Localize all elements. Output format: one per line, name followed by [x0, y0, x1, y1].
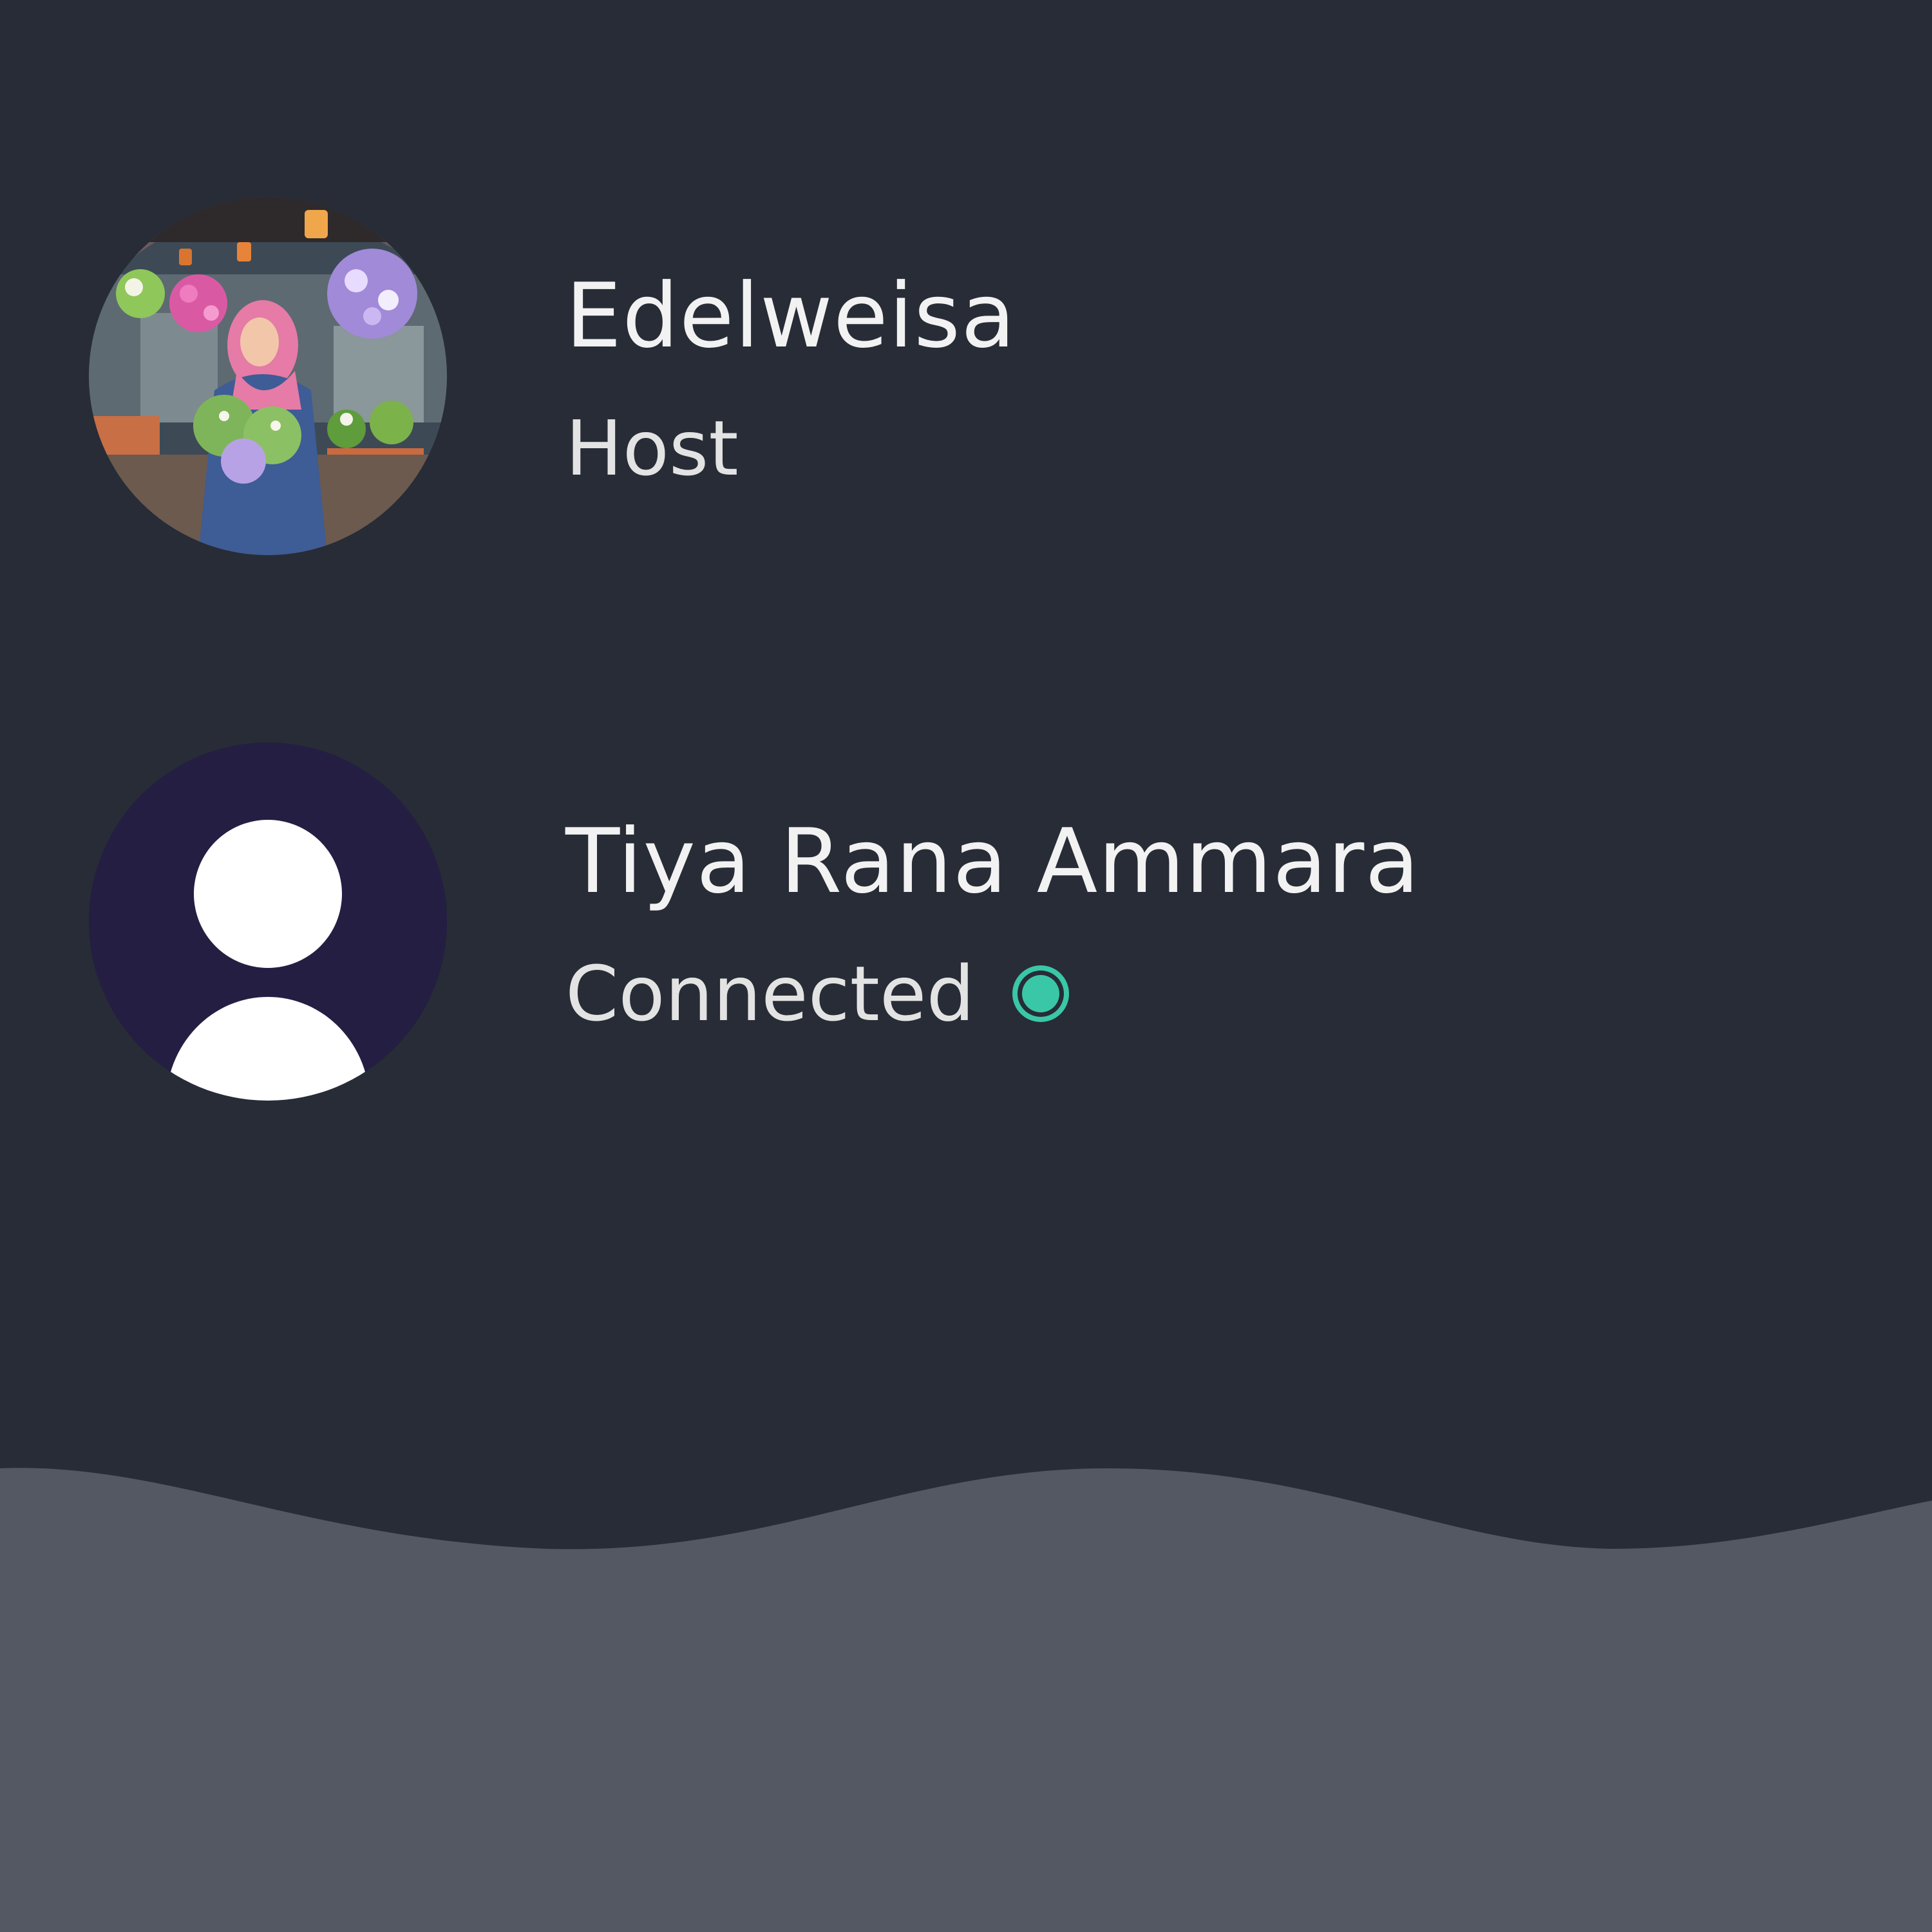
- participant-status: Connected: [565, 949, 1072, 1039]
- role-text: Host: [565, 404, 739, 493]
- participant-role-label: Host: [565, 403, 739, 493]
- status-text: Connected: [565, 949, 975, 1038]
- participant-row-host[interactable]: Edelweisa Host: [89, 197, 1828, 558]
- participant-name: Edelweisa: [565, 264, 1016, 368]
- connected-dot-icon: [1009, 962, 1072, 1025]
- footer-wave: [0, 1417, 1932, 1932]
- participants-screen: Edelweisa Host Tiya Rana Ammara Connecte…: [0, 0, 1932, 1932]
- host-avatar-photo: [89, 197, 447, 555]
- default-user-icon: [89, 743, 447, 1101]
- participant-row-guest[interactable]: Tiya Rana Ammara Connected: [89, 743, 1828, 1103]
- participant-name: Tiya Rana Ammara: [565, 810, 1420, 913]
